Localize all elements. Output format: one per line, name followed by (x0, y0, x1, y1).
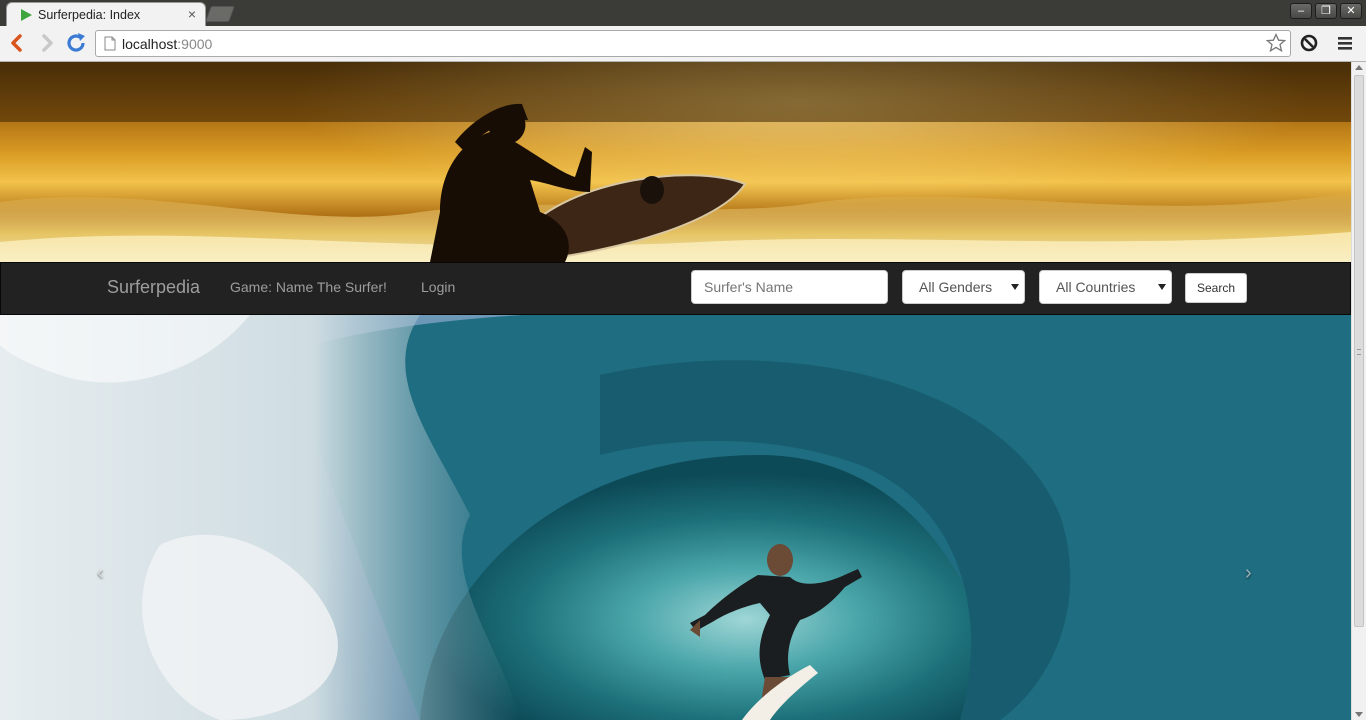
browser-tabstrip: Surferpedia: Index × – ❐ ✕ (0, 0, 1366, 27)
minimize-button[interactable]: – (1290, 3, 1312, 19)
country-select-value: All Countries (1056, 279, 1136, 295)
nav-link-login[interactable]: Login (421, 279, 455, 295)
page-icon (104, 36, 116, 51)
brand-link[interactable]: Surferpedia (107, 277, 200, 298)
close-window-button[interactable]: ✕ (1340, 3, 1362, 19)
new-tab-button[interactable] (205, 6, 235, 22)
reload-icon[interactable] (64, 31, 88, 55)
gender-select-value: All Genders (919, 279, 993, 295)
gender-select[interactable]: All Genders (902, 270, 1025, 304)
menu-icon[interactable] (1333, 31, 1357, 55)
tab-title: Surferpedia: Index (38, 8, 141, 22)
carousel-slide-image: ‹ › (0, 315, 1351, 720)
play-favicon-icon (21, 9, 32, 21)
site-navbar: Surferpedia Game: Name The Surfer! Login… (0, 262, 1351, 315)
browser-toolbar: localhost:9000 (0, 26, 1366, 62)
window-controls: – ❐ ✕ (1290, 3, 1362, 19)
country-select[interactable]: All Countries (1039, 270, 1172, 304)
chevron-down-icon (1011, 284, 1019, 290)
carousel-prev-button[interactable]: ‹ (97, 562, 104, 585)
bookmark-star-icon[interactable] (1266, 33, 1286, 53)
search-button[interactable]: Search (1185, 273, 1247, 303)
browser-tab[interactable]: Surferpedia: Index × (6, 2, 206, 27)
forward-icon[interactable] (35, 31, 59, 55)
scroll-down-icon[interactable] (1355, 712, 1363, 717)
carousel-next-button[interactable]: › (1245, 562, 1252, 585)
tab-close-icon[interactable]: × (188, 6, 196, 22)
address-bar[interactable]: localhost:9000 (95, 30, 1291, 57)
scroll-up-icon[interactable] (1355, 65, 1363, 70)
url-text: localhost:9000 (122, 36, 213, 52)
page-scrollbar[interactable] (1351, 62, 1366, 720)
page-viewport: Surferpedia Game: Name The Surfer! Login… (0, 62, 1351, 720)
header-banner-image (0, 62, 1351, 262)
scrollbar-thumb[interactable] (1354, 75, 1364, 627)
extension-icon[interactable] (1297, 31, 1321, 55)
scrollbar-grip (1357, 349, 1361, 355)
nav-link-game[interactable]: Game: Name The Surfer! (230, 279, 387, 295)
surfer-name-input[interactable] (691, 270, 888, 304)
chevron-down-icon (1158, 284, 1166, 290)
back-icon[interactable] (5, 31, 29, 55)
restore-button[interactable]: ❐ (1315, 3, 1337, 19)
